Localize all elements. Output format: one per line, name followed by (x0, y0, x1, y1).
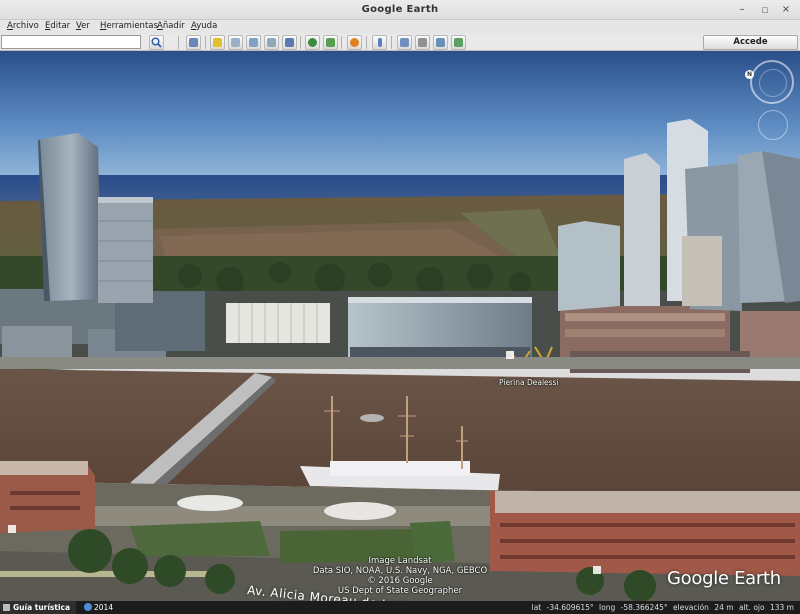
coordinates-readout: lat -34.609615° long -58.366245° elevaci… (529, 601, 794, 614)
overlay-icon (267, 38, 276, 47)
eye-altitude-label: alt. ojo (738, 603, 765, 612)
aerial-scene-image (0, 51, 800, 601)
place-label[interactable]: Pierina Dealessi (499, 378, 559, 387)
add-polygon-button[interactable] (228, 35, 243, 50)
menu-anadir[interactable]: Añadir (157, 21, 185, 31)
minimize-button[interactable]: – (735, 3, 749, 17)
imagery-attribution: Image Landsat Data SIO, NOAA, U.S. Navy,… (300, 556, 500, 596)
email-icon (400, 38, 409, 47)
clock-icon (84, 603, 92, 611)
lat-label: lat (531, 603, 542, 612)
sign-in-button[interactable]: Accede (703, 35, 798, 50)
imagery-year: 2014 (94, 603, 114, 612)
planet-switch-button[interactable] (347, 35, 362, 50)
record-tour-button[interactable] (282, 35, 297, 50)
tour-guide-icon (3, 604, 10, 611)
add-placemark-button[interactable] (210, 35, 225, 50)
save-image-icon (436, 38, 445, 47)
toolbar-separator (391, 36, 392, 49)
menu-herramientas[interactable]: Herramientas (100, 21, 158, 31)
clock-icon (308, 38, 317, 47)
path-icon (249, 38, 258, 47)
title-bar: Google Earth – □ × (0, 0, 800, 20)
search-icon (151, 37, 162, 48)
earth-3d-view[interactable]: N Pierina Dealessi Av. Alicia Moreau de … (0, 51, 800, 601)
north-indicator[interactable]: N (745, 70, 754, 79)
toolbar-separator (205, 36, 206, 49)
sidebar-toggle-button[interactable] (186, 35, 201, 50)
historical-imagery-button[interactable] (305, 35, 320, 50)
search-input[interactable] (1, 35, 141, 49)
email-button[interactable] (397, 35, 412, 50)
add-overlay-button[interactable] (264, 35, 279, 50)
menu-ayuda[interactable]: Ayuda (191, 21, 217, 31)
toolbar-separator (341, 36, 342, 49)
status-bar: Guía turística 2014 lat -34.609615° long… (0, 601, 800, 614)
close-button[interactable]: × (779, 3, 793, 17)
attribution-line: Image Landsat (368, 556, 432, 566)
search-button[interactable] (149, 35, 164, 50)
maps-icon (454, 38, 463, 47)
add-path-button[interactable] (246, 35, 261, 50)
toolbar-separator (366, 36, 367, 49)
placemark-icon (213, 38, 222, 47)
print-icon (418, 38, 427, 47)
attribution-line: Data SIO, NOAA, U.S. Navy, NGA, GEBCO (312, 566, 488, 576)
maximize-button[interactable]: □ (758, 3, 772, 17)
ruler-button[interactable] (372, 35, 387, 50)
sun-icon (326, 38, 335, 47)
google-earth-logo: Google Earth (667, 568, 781, 589)
planet-icon (350, 38, 359, 47)
attribution-line: US Dept of State Geographer (337, 586, 463, 596)
menu-editar[interactable]: Editar (45, 21, 70, 31)
toolbar: Accede (0, 34, 800, 51)
save-image-button[interactable] (433, 35, 448, 50)
lon-label: long (599, 603, 616, 612)
historical-imagery-date[interactable]: 2014 (84, 603, 113, 612)
print-button[interactable] (415, 35, 430, 50)
attribution-line: © 2016 Google (367, 576, 433, 586)
window-title: Google Earth (361, 4, 439, 15)
navigation-compass[interactable] (750, 60, 794, 104)
sunlight-button[interactable] (323, 35, 338, 50)
eye-altitude-value: 133 m (769, 603, 794, 612)
menu-bar: Archivo Editar Ver Herramientas Añadir A… (0, 20, 800, 34)
tour-icon (285, 38, 294, 47)
elevation-value: 24 m (714, 603, 734, 612)
tour-guide-button[interactable]: Guía turística (0, 601, 77, 614)
polygon-icon (231, 38, 240, 47)
lon-value: -58.366245° (620, 603, 668, 612)
look-joystick[interactable] (758, 110, 788, 140)
toolbar-separator (300, 36, 301, 49)
tour-guide-label: Guía turística (13, 603, 71, 612)
lat-value: -34.609615° (546, 603, 594, 612)
menu-archivo[interactable]: Archivo (7, 21, 39, 31)
menu-ver[interactable]: Ver (76, 21, 90, 31)
sidebar-icon (189, 38, 198, 47)
view-in-maps-button[interactable] (451, 35, 466, 50)
toolbar-separator (178, 36, 179, 49)
elevation-label: elevación (673, 603, 709, 612)
ruler-icon (378, 38, 382, 47)
